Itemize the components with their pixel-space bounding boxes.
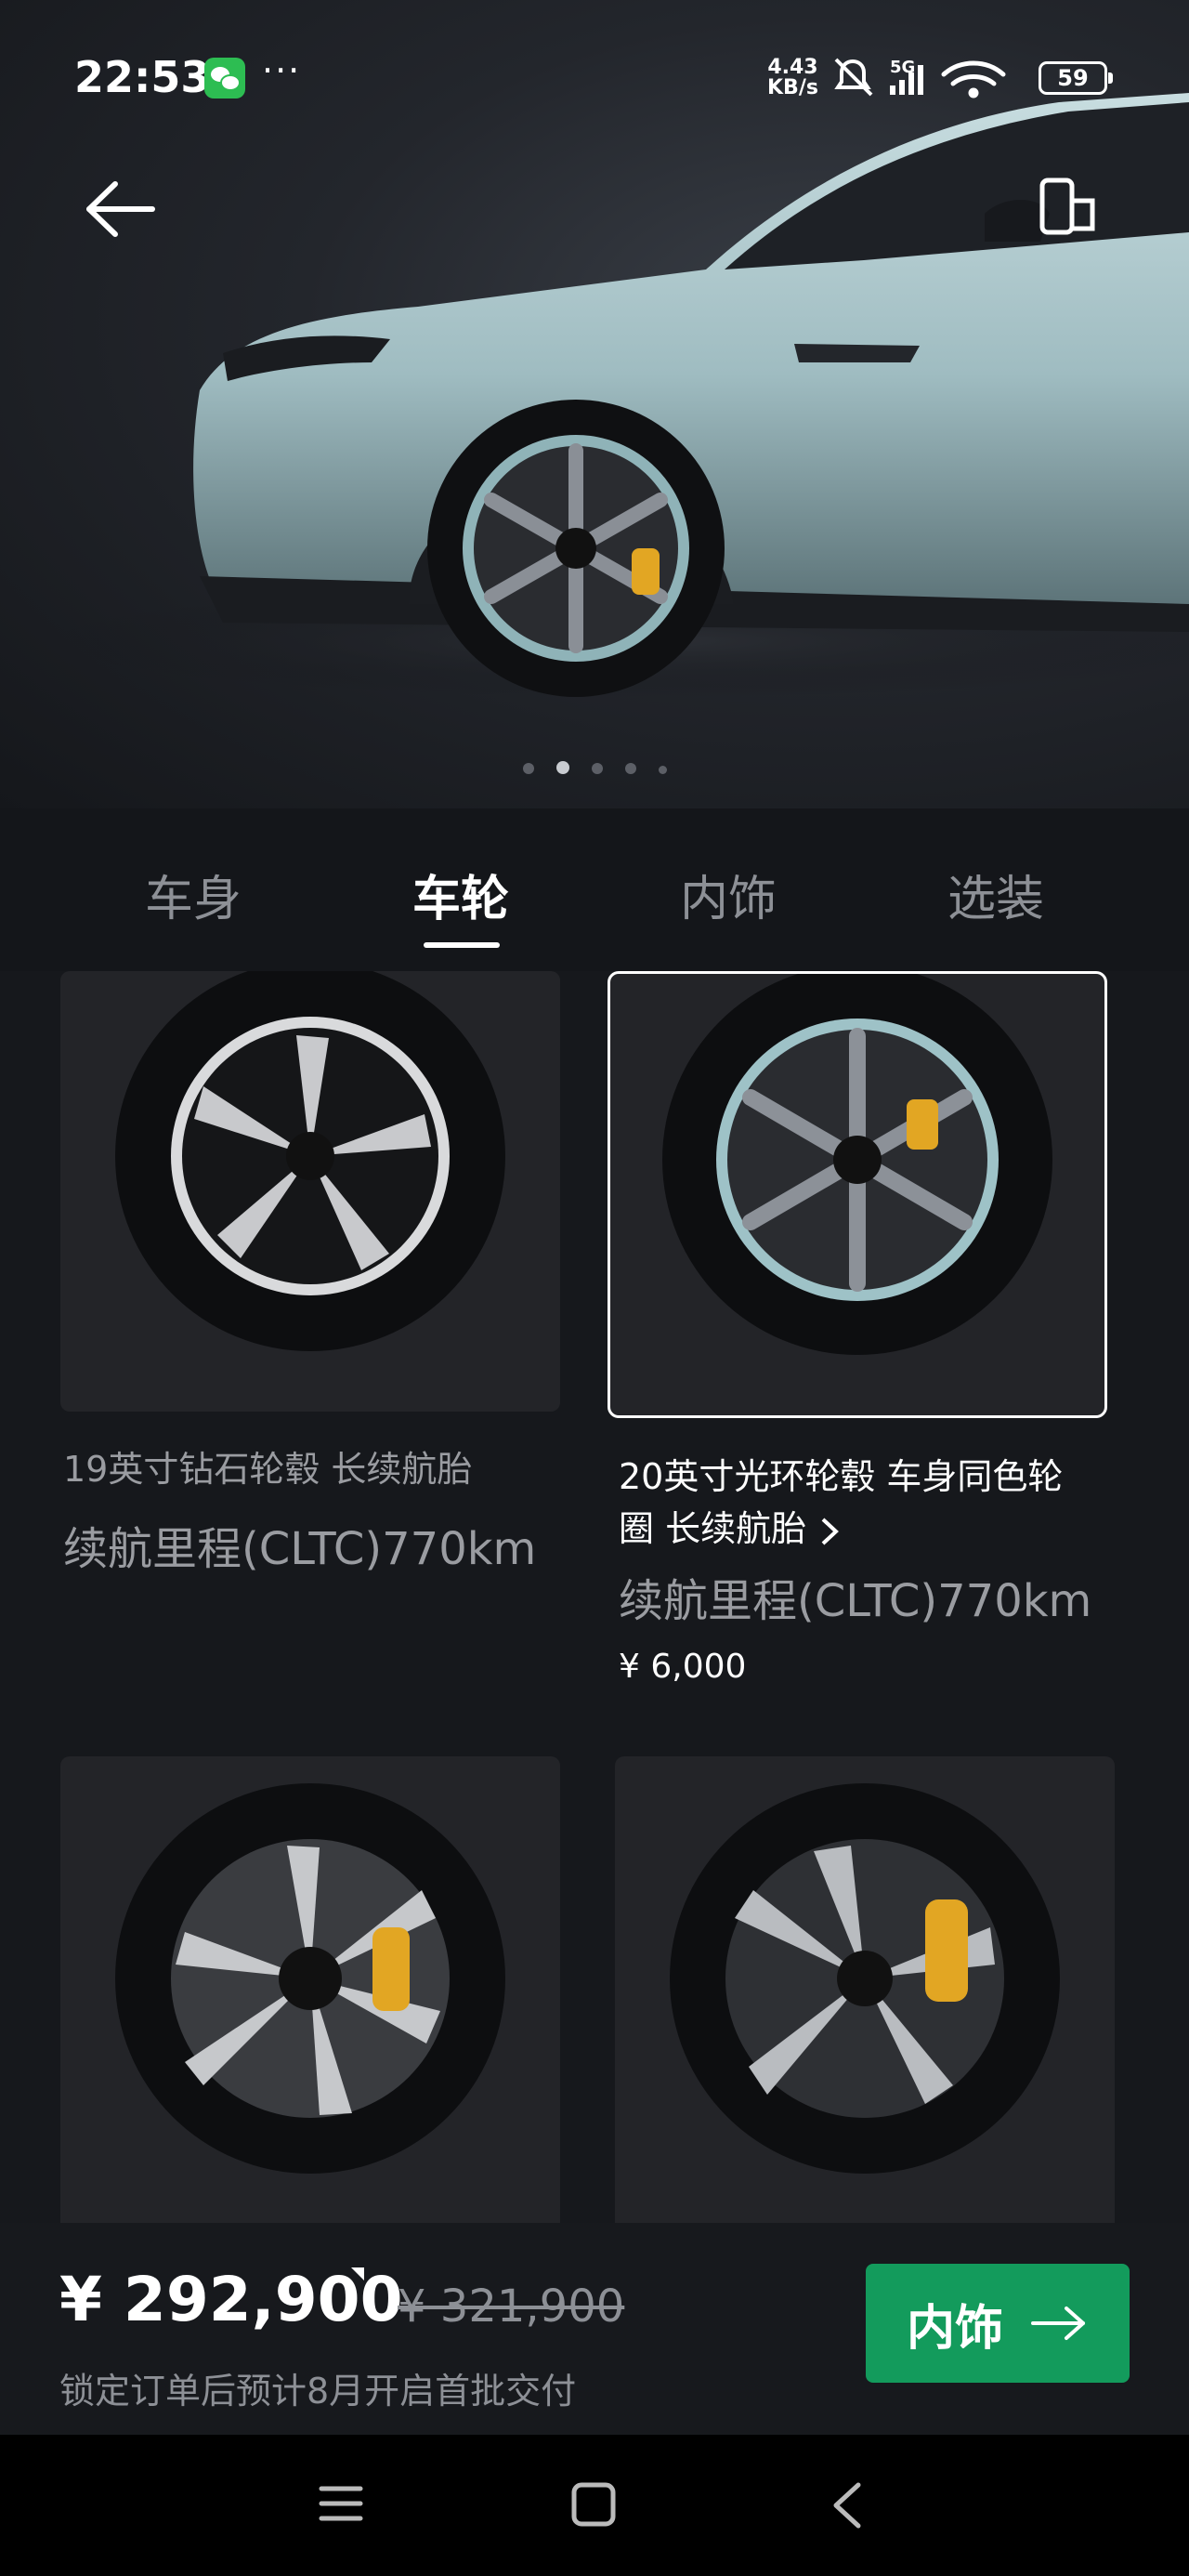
tab-body[interactable]: 车身 (100, 860, 286, 929)
tab-options[interactable]: 选装 (903, 860, 1089, 929)
phone-link-button[interactable] (1039, 177, 1098, 242)
price-summary-bar: ¥ 292,900 ¥ 321,900 锁定订单后预计8月开启首批交付 内饰 (0, 2223, 1189, 2435)
next-button-label: 内饰 (906, 2300, 1003, 2357)
mute-icon (834, 58, 873, 97)
chevron-right-icon (821, 1518, 840, 1544)
system-nav-bar (0, 2435, 1189, 2576)
option-range: 续航里程(CLTC)770km (619, 1575, 1092, 1627)
menu-icon[interactable] (318, 2483, 364, 2524)
wheel-option-card-1[interactable] (60, 971, 560, 1412)
arrow-left-icon (86, 181, 155, 237)
status-icons: 5G (834, 58, 1006, 99)
wheel-option-card-4[interactable] (615, 1756, 1115, 2226)
carousel-dot-active[interactable] (555, 761, 569, 774)
wechat-icon (204, 58, 245, 99)
carousel-dot[interactable] (522, 763, 534, 774)
option-title: 19英寸钻石轮毂 长续航胎 (63, 1449, 473, 1490)
wheel-option-card-3[interactable] (60, 1756, 560, 2226)
back-nav-icon[interactable] (829, 2481, 866, 2530)
tab-wheels[interactable]: 车轮 (368, 860, 554, 929)
option-title-line1: 20英寸光环轮毂 车身同色轮 (619, 1456, 1064, 1497)
battery-icon: 59 (1039, 61, 1113, 95)
option-range: 续航里程(CLTC)770km (63, 1523, 537, 1575)
arrow-right-icon (1031, 2307, 1085, 2340)
status-time: 22:53 (74, 52, 211, 102)
next-interior-button[interactable]: 内饰 (866, 2264, 1130, 2383)
wheel-19-diamond-image (115, 971, 505, 1352)
tab-active-indicator (424, 942, 500, 948)
wheel-20-halo-image (662, 974, 1052, 1355)
hero-section: 22:53 ··· 4.43 KB/s 5G 59 (0, 0, 1189, 808)
carousel-dot[interactable] (658, 766, 667, 774)
status-bar: 22:53 ··· 4.43 KB/s 5G 59 (0, 0, 1189, 158)
price-info-marker[interactable] (351, 2267, 364, 2280)
tab-interior[interactable]: 内饰 (635, 860, 821, 929)
home-icon[interactable] (570, 2481, 617, 2528)
wheel-option-3-image (115, 1783, 505, 2175)
option-title-line2: 圈 长续航胎 (619, 1508, 807, 1549)
net-speed-unit: KB/s (767, 76, 818, 99)
more-dots-icon: ··· (262, 50, 302, 91)
option-title-line2-wrap[interactable]: 圈 长续航胎 (619, 1503, 842, 1555)
carousel-indicator (0, 760, 1189, 778)
net-speed-value: 4.43 (767, 56, 818, 79)
wheel-options-grid: 19英寸钻石轮毂 长续航胎 续航里程(CLTC)770km 20英寸光环轮毂 车… (0, 971, 1189, 2226)
back-button[interactable] (84, 177, 158, 242)
carousel-dot[interactable] (624, 763, 636, 774)
net-speed: 4.43 KB/s (767, 58, 818, 99)
config-tabs: 车身 车轮 内饰 选装 (0, 808, 1189, 971)
option-price: ¥ 6,000 (619, 1648, 747, 1686)
wifi-icon (941, 60, 1006, 99)
carousel-dot[interactable] (591, 763, 603, 774)
car-image (46, 93, 1189, 697)
wheel-option-card-2[interactable] (608, 971, 1107, 1418)
wheel-option-4-image (670, 1783, 1060, 2175)
phone-link-icon (1039, 177, 1095, 235)
original-price: ¥ 321,900 (398, 2280, 625, 2333)
delivery-note: 锁定订单后预计8月开启首批交付 (59, 2371, 577, 2412)
